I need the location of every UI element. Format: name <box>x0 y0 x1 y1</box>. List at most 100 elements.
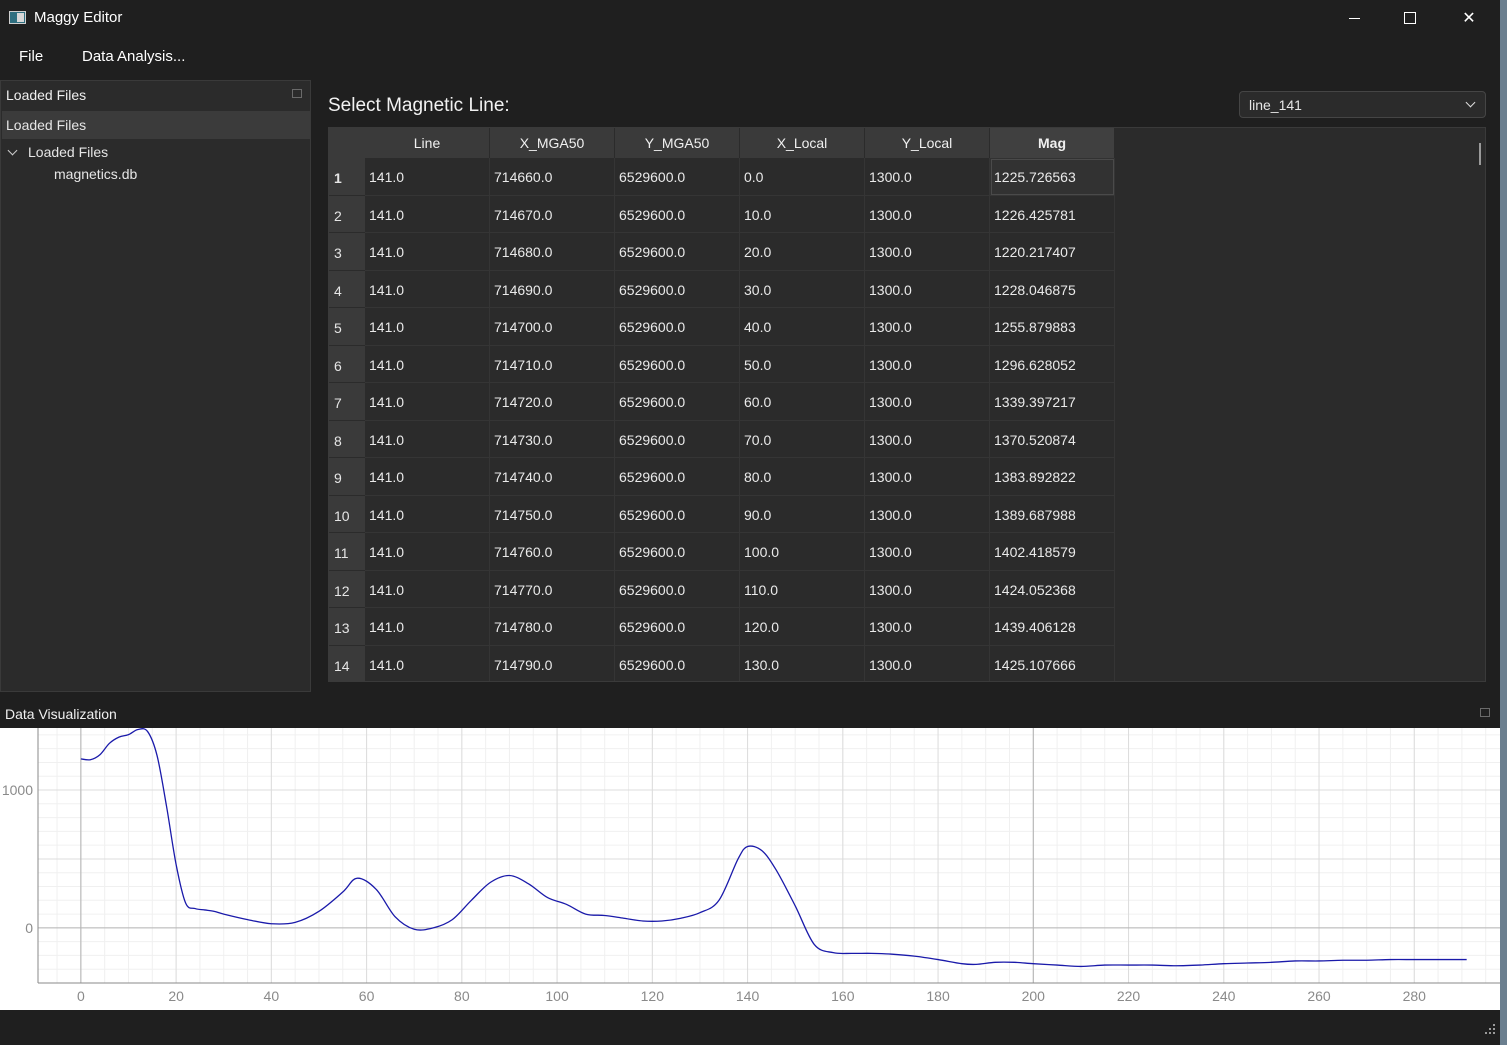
menu-file[interactable]: File <box>19 48 43 65</box>
table-cell[interactable]: 6529600.0 <box>615 383 740 421</box>
table-cell[interactable]: 90.0 <box>740 495 865 533</box>
table-cell[interactable]: 1300.0 <box>865 533 990 571</box>
line-select-combo[interactable]: line_141 <box>1239 91 1486 118</box>
row-header[interactable]: 4 <box>329 270 365 308</box>
vertical-scrollbar[interactable] <box>1479 143 1481 165</box>
table-cell[interactable]: 1300.0 <box>865 233 990 271</box>
table-cell[interactable]: 141.0 <box>365 458 490 496</box>
table-cell[interactable]: 141.0 <box>365 345 490 383</box>
table-cell[interactable]: 1296.628052 <box>990 345 1115 383</box>
table-cell[interactable]: 141.0 <box>365 533 490 571</box>
table-cell[interactable]: 714750.0 <box>490 495 615 533</box>
table-cell[interactable]: 714790.0 <box>490 645 615 681</box>
table-cell[interactable]: 141.0 <box>365 383 490 421</box>
table-cell[interactable]: 110.0 <box>740 570 865 608</box>
table-cell[interactable]: 141.0 <box>365 570 490 608</box>
chevron-down-icon[interactable] <box>7 145 18 156</box>
table-corner[interactable] <box>329 128 365 158</box>
table-cell[interactable]: 6529600.0 <box>615 195 740 233</box>
dock-float-icon[interactable] <box>1480 708 1490 717</box>
table-cell[interactable]: 1226.425781 <box>990 195 1115 233</box>
table-cell[interactable]: 1300.0 <box>865 270 990 308</box>
table-cell[interactable]: 714690.0 <box>490 270 615 308</box>
table-cell[interactable]: 30.0 <box>740 270 865 308</box>
row-header[interactable]: 7 <box>329 383 365 421</box>
table-cell[interactable]: 141.0 <box>365 308 490 346</box>
row-header[interactable]: 9 <box>329 458 365 496</box>
table-cell[interactable]: 1300.0 <box>865 645 990 681</box>
table-cell[interactable]: 6529600.0 <box>615 645 740 681</box>
table-cell[interactable]: 1300.0 <box>865 195 990 233</box>
table-cell[interactable]: 6529600.0 <box>615 420 740 458</box>
menu-data-analysis[interactable]: Data Analysis... <box>82 48 185 65</box>
close-button[interactable]: ✕ <box>1440 0 1498 36</box>
table-cell[interactable]: 1300.0 <box>865 158 990 196</box>
table-cell[interactable]: 1383.892822 <box>990 458 1115 496</box>
table-cell[interactable]: 1389.687988 <box>990 495 1115 533</box>
table-cell[interactable]: 70.0 <box>740 420 865 458</box>
column-header[interactable]: Y_MGA50 <box>615 128 740 158</box>
table-cell[interactable]: 714730.0 <box>490 420 615 458</box>
data-table[interactable]: Line X_MGA50 Y_MGA50 X_Local Y_Local Mag 1 141.… <box>328 127 1486 682</box>
row-header[interactable]: 1 <box>329 158 365 196</box>
table-cell[interactable]: 0.0 <box>740 158 865 196</box>
column-header[interactable]: X_MGA50 <box>490 128 615 158</box>
table-cell[interactable]: 6529600.0 <box>615 533 740 571</box>
column-header[interactable]: Y_Local <box>865 128 990 158</box>
row-header[interactable]: 2 <box>329 195 365 233</box>
maximize-button[interactable] <box>1381 0 1439 36</box>
row-header[interactable]: 13 <box>329 608 365 646</box>
table-cell[interactable]: 141.0 <box>365 608 490 646</box>
table-cell[interactable]: 80.0 <box>740 458 865 496</box>
row-header[interactable]: 8 <box>329 420 365 458</box>
table-cell[interactable]: 1402.418579 <box>990 533 1115 571</box>
table-cell[interactable]: 20.0 <box>740 233 865 271</box>
table-cell[interactable]: 1300.0 <box>865 383 990 421</box>
table-cell[interactable]: 6529600.0 <box>615 570 740 608</box>
table-cell[interactable]: 6529600.0 <box>615 158 740 196</box>
table-cell[interactable]: 714780.0 <box>490 608 615 646</box>
table-cell[interactable]: 6529600.0 <box>615 458 740 496</box>
resize-grip-icon[interactable] <box>1484 1024 1496 1036</box>
row-header[interactable]: 6 <box>329 345 365 383</box>
column-header[interactable]: Line <box>365 128 490 158</box>
table-cell[interactable]: 60.0 <box>740 383 865 421</box>
table-cell[interactable]: 714760.0 <box>490 533 615 571</box>
table-cell[interactable]: 1300.0 <box>865 570 990 608</box>
table-cell[interactable]: 141.0 <box>365 158 490 196</box>
table-cell[interactable]: 714670.0 <box>490 195 615 233</box>
table-cell[interactable]: 1300.0 <box>865 345 990 383</box>
row-header[interactable]: 12 <box>329 570 365 608</box>
row-header[interactable]: 5 <box>329 308 365 346</box>
table-cell[interactable]: 6529600.0 <box>615 608 740 646</box>
row-header[interactable]: 11 <box>329 533 365 571</box>
tree-item-magnetics-db[interactable]: magnetics.db <box>54 166 137 182</box>
tree-header[interactable]: Loaded Files <box>2 111 310 139</box>
table-cell[interactable]: 1228.046875 <box>990 270 1115 308</box>
table-cell[interactable]: 120.0 <box>740 608 865 646</box>
table-cell[interactable]: 1300.0 <box>865 458 990 496</box>
table-cell[interactable]: 1425.107666 <box>990 645 1115 681</box>
table-cell[interactable]: 1370.520874 <box>990 420 1115 458</box>
table-cell[interactable]: 714740.0 <box>490 458 615 496</box>
table-cell[interactable]: 1300.0 <box>865 608 990 646</box>
table-cell[interactable]: 130.0 <box>740 645 865 681</box>
table-cell[interactable]: 6529600.0 <box>615 233 740 271</box>
dock-float-icon[interactable] <box>292 89 302 98</box>
data-plot[interactable]: 0 20 40 60 80 100 120 140 160 180 200 220 240 260 280 0… <box>0 728 1500 1010</box>
table-cell[interactable]: 141.0 <box>365 233 490 271</box>
table-cell[interactable]: 714700.0 <box>490 308 615 346</box>
table-cell[interactable]: 6529600.0 <box>615 308 740 346</box>
table-cell[interactable]: 50.0 <box>740 345 865 383</box>
table-cell[interactable]: 40.0 <box>740 308 865 346</box>
table-cell[interactable]: 1339.397217 <box>990 383 1115 421</box>
table-cell[interactable]: 141.0 <box>365 270 490 308</box>
row-header[interactable]: 3 <box>329 233 365 271</box>
table-cell[interactable]: 714710.0 <box>490 345 615 383</box>
row-header[interactable]: 10 <box>329 495 365 533</box>
column-header[interactable]: Mag <box>990 128 1115 158</box>
table-cell[interactable]: 10.0 <box>740 195 865 233</box>
row-header[interactable]: 14 <box>329 645 365 681</box>
table-cell[interactable]: 714680.0 <box>490 233 615 271</box>
table-cell[interactable]: 714720.0 <box>490 383 615 421</box>
